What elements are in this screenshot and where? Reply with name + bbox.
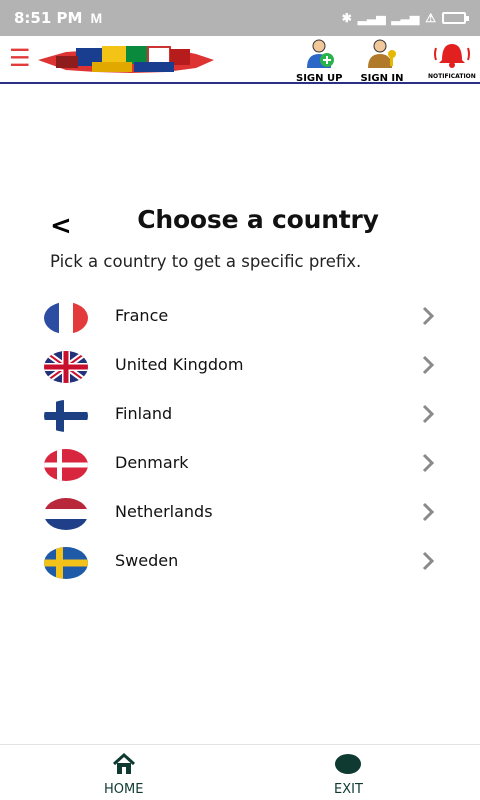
home-button[interactable]: HOME bbox=[104, 752, 144, 797]
signal-icon-2: ▂▃▅ bbox=[391, 11, 420, 25]
finland-flag-icon bbox=[44, 400, 88, 432]
country-name: United Kingdom bbox=[115, 355, 244, 374]
chevron-right-icon bbox=[422, 453, 435, 473]
united-kingdom-flag-icon bbox=[44, 351, 88, 383]
sign-in-button[interactable]: SIGN IN bbox=[360, 38, 404, 84]
country-list: France United Kingdom Finland Denmark Ne… bbox=[0, 294, 480, 588]
alert-icon: ⚠ bbox=[425, 11, 436, 25]
status-icons: ✱ ▂▃▅ ▂▃▅ ⚠ bbox=[341, 11, 469, 25]
notification-button[interactable]: NOTIFICATION bbox=[428, 38, 476, 80]
notification-label: NOTIFICATION bbox=[428, 73, 476, 80]
gmail-icon: M bbox=[90, 10, 103, 26]
user-key-icon bbox=[368, 39, 396, 68]
chevron-right-icon bbox=[422, 306, 435, 326]
bluetooth-icon: ✱ bbox=[341, 11, 352, 25]
bell-icon bbox=[433, 44, 470, 68]
sign-in-label: SIGN IN bbox=[360, 73, 404, 84]
app-top-bar: ☰ SIGN UP SIGN IN NOTIFICATION bbox=[0, 36, 480, 84]
flags-banner-logo bbox=[38, 46, 214, 73]
country-row-finland[interactable]: Finland bbox=[0, 392, 480, 441]
page-header: < Choose a country bbox=[0, 205, 480, 245]
status-time: 8:51 PM bbox=[14, 9, 83, 27]
netherlands-flag-icon bbox=[44, 498, 88, 530]
country-name: France bbox=[115, 306, 169, 325]
exit-label: EXIT bbox=[334, 782, 363, 797]
france-flag-icon bbox=[44, 302, 88, 334]
add-user-icon bbox=[307, 39, 335, 68]
denmark-flag-icon bbox=[44, 449, 88, 481]
status-bar: 8:51 PM M ✱ ▂▃▅ ▂▃▅ ⚠ bbox=[0, 0, 480, 36]
sign-up-button[interactable]: SIGN UP bbox=[296, 38, 342, 84]
country-row-sweden[interactable]: Sweden bbox=[0, 539, 480, 588]
page-title: Choose a country bbox=[137, 205, 379, 234]
chevron-right-icon bbox=[422, 355, 435, 375]
sweden-flag-icon bbox=[44, 547, 88, 579]
battery-icon bbox=[442, 12, 469, 24]
home-label: HOME bbox=[104, 782, 144, 797]
bottom-nav: HOME EXIT bbox=[0, 744, 480, 800]
signal-icon: ▂▃▅ bbox=[357, 11, 386, 25]
exit-button[interactable]: EXIT bbox=[334, 753, 363, 797]
country-row-united-kingdom[interactable]: United Kingdom bbox=[0, 343, 480, 392]
country-name: Sweden bbox=[115, 551, 179, 570]
country-name: Finland bbox=[115, 404, 173, 423]
hamburger-icon[interactable]: ☰ bbox=[9, 47, 31, 71]
country-row-netherlands[interactable]: Netherlands bbox=[0, 490, 480, 539]
country-name: Netherlands bbox=[115, 502, 213, 521]
chevron-right-icon bbox=[422, 551, 435, 571]
country-name: Denmark bbox=[115, 453, 189, 472]
country-row-france[interactable]: France bbox=[0, 294, 480, 343]
chevron-right-icon bbox=[422, 502, 435, 522]
page-subtitle: Pick a country to get a specific prefix. bbox=[50, 252, 362, 271]
home-icon bbox=[112, 752, 135, 774]
exit-icon bbox=[335, 754, 362, 774]
country-row-denmark[interactable]: Denmark bbox=[0, 441, 480, 490]
sign-up-label: SIGN UP bbox=[296, 73, 343, 84]
chevron-right-icon bbox=[422, 404, 435, 424]
